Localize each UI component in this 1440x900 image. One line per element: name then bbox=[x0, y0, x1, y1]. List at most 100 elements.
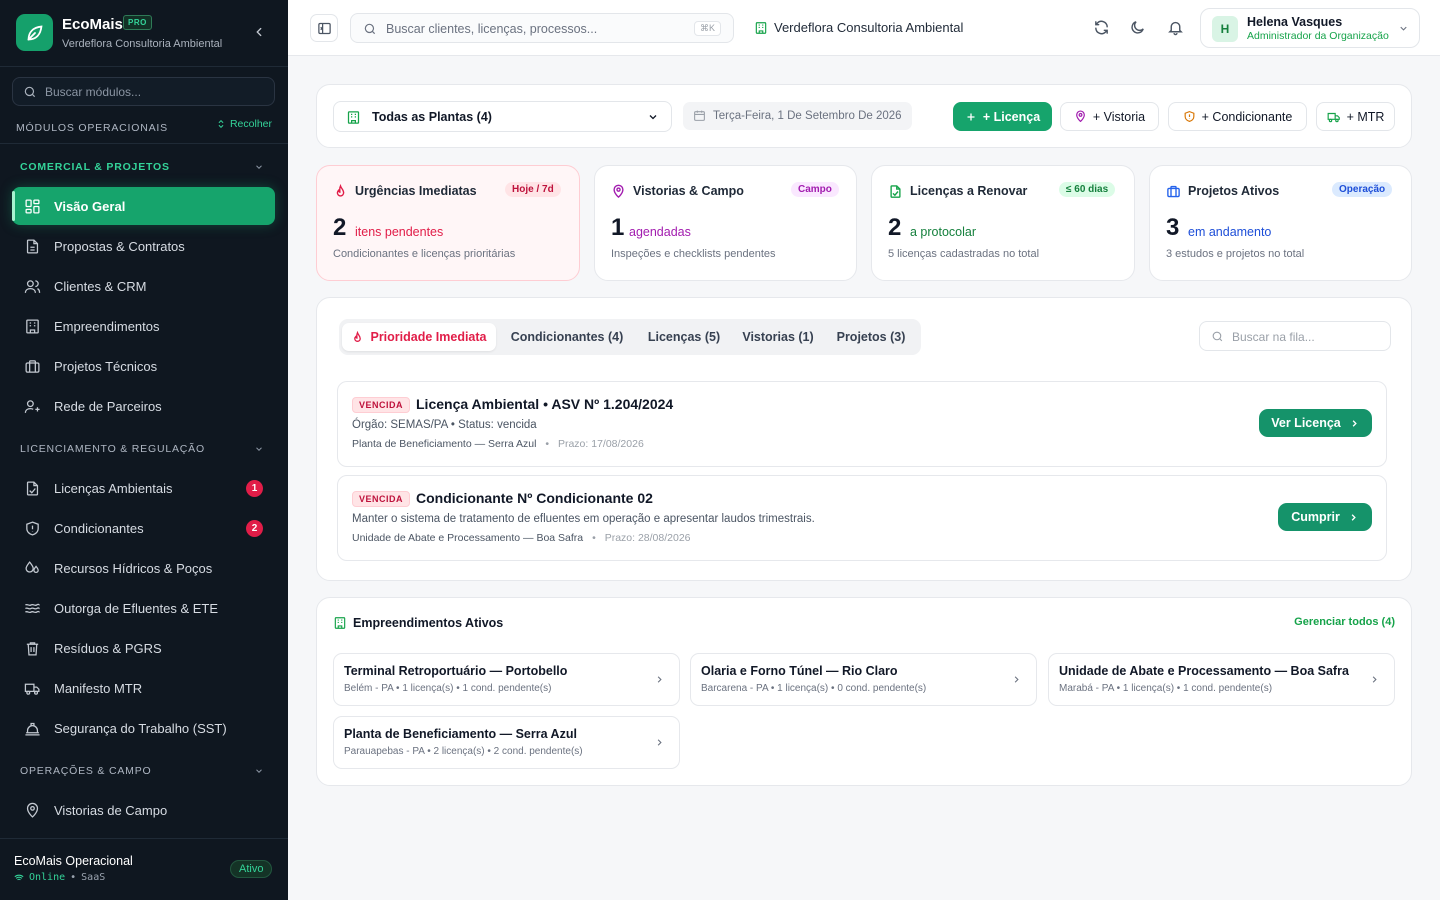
sidebar-footer: EcoMais Operacional Online • SaaS Ativo bbox=[0, 838, 288, 900]
waves-icon bbox=[24, 600, 41, 617]
chevrons-vertical-icon bbox=[218, 119, 224, 129]
enterprise-name: Unidade de Abate e Processamento — Boa S… bbox=[1059, 664, 1349, 678]
topbar: Buscar clientes, licenças, processos... … bbox=[288, 0, 1440, 56]
stat-title: Urgências Imediatas bbox=[355, 184, 477, 198]
manage-all-link[interactable]: Gerenciar todos (4) bbox=[1294, 616, 1395, 628]
section-title-comercial[interactable]: COMERCIAL & PROJETOS bbox=[20, 161, 270, 173]
sidebar-item-parceiros[interactable]: Rede de Parceiros bbox=[12, 387, 275, 425]
stat-pill: Hoje / 7d bbox=[505, 182, 561, 197]
stat-pill: Campo bbox=[791, 182, 839, 197]
collapse-all-button[interactable]: Recolher bbox=[216, 118, 272, 130]
stat-card-licencas[interactable]: Licenças a Renovar ≤ 60 dias 2 a protoco… bbox=[871, 165, 1135, 281]
queue-item-title: Licença Ambiental • ASV Nº 1.204/2024 bbox=[416, 396, 674, 412]
sidebar-item-label: Rede de Parceiros bbox=[54, 399, 162, 414]
stat-unit: a protocolar bbox=[910, 225, 977, 239]
chevron-down-icon bbox=[647, 111, 659, 123]
sidebar-item-label: Recursos Hídricos & Poços bbox=[54, 561, 213, 576]
sidebar-item-propostas[interactable]: Propostas & Contratos bbox=[12, 227, 275, 265]
sidebar-item-empreendimentos[interactable]: Empreendimentos bbox=[12, 307, 275, 345]
modules-title: MÓDULOS OPERACIONAIS bbox=[16, 122, 168, 134]
global-search-input[interactable]: Buscar clientes, licenças, processos... … bbox=[350, 13, 734, 43]
sidebar-item-recursos-hidricos[interactable]: Recursos Hídricos & Poços bbox=[12, 549, 275, 587]
sidebar-item-clientes[interactable]: Clientes & CRM bbox=[12, 267, 275, 305]
add-condicionante-button[interactable]: + Condicionante bbox=[1168, 102, 1307, 131]
sidebar-item-label: Visão Geral bbox=[54, 199, 126, 214]
sidebar-item-label: Propostas & Contratos bbox=[54, 239, 185, 254]
section-title-operacoes[interactable]: OPERAÇÕES & CAMPO bbox=[20, 765, 270, 777]
current-organization: Verdeflora Consultoria Ambiental bbox=[754, 20, 963, 35]
sidebar-item-vistorias[interactable]: Vistorias de Campo bbox=[12, 791, 275, 829]
dark-mode-icon[interactable] bbox=[1129, 19, 1147, 37]
chevron-right-icon bbox=[1352, 419, 1357, 427]
sidebar-item-projetos[interactable]: Projetos Técnicos bbox=[12, 347, 275, 385]
sidebar-toggle-button[interactable] bbox=[310, 14, 338, 42]
users-icon bbox=[24, 278, 41, 295]
footer-status: Online • SaaS bbox=[14, 872, 105, 883]
queue-item-meta: Planta de Beneficiamento — Serra Azul • … bbox=[352, 438, 644, 450]
truck-icon bbox=[1327, 112, 1340, 122]
cumprir-button[interactable]: Cumprir bbox=[1278, 503, 1372, 531]
enterprise-info: Belém - PA • 1 licença(s) • 1 cond. pend… bbox=[344, 683, 552, 694]
ver-licenca-button[interactable]: Ver Licença bbox=[1259, 409, 1372, 437]
sidebar-item-sst[interactable]: Segurança do Trabalho (SST) bbox=[12, 709, 275, 747]
tab-vistorias[interactable]: Vistorias (1) bbox=[736, 323, 820, 351]
enterprise-card[interactable]: Terminal Retroportuário — Portobello Bel… bbox=[333, 653, 680, 706]
stat-card-projetos[interactable]: Projetos Ativos Operação 3 em andamento … bbox=[1149, 165, 1412, 281]
enterprise-card[interactable]: Olaria e Forno Túnel — Rio Claro Barcare… bbox=[690, 653, 1037, 706]
chevron-right-icon bbox=[1011, 674, 1022, 685]
sidebar-item-label: Projetos Técnicos bbox=[54, 359, 158, 374]
collapse-sidebar-icon[interactable] bbox=[252, 25, 266, 39]
sidebar-item-visao-geral[interactable]: Visão Geral bbox=[12, 187, 275, 225]
sidebar-item-label: Outorga de Efluentes & ETE bbox=[54, 601, 219, 616]
stat-card-urgencias[interactable]: Urgências Imediatas Hoje / 7d 2 itens pe… bbox=[316, 165, 580, 281]
queue-search-placeholder: Buscar na fila... bbox=[1232, 330, 1315, 344]
search-icon bbox=[23, 85, 37, 99]
building-icon bbox=[333, 616, 347, 630]
modules-header: MÓDULOS OPERACIONAIS Recolher bbox=[16, 118, 272, 134]
add-vistoria-button[interactable]: + Vistoria bbox=[1060, 102, 1159, 131]
divider bbox=[0, 66, 288, 67]
stat-title: Licenças a Renovar bbox=[910, 184, 1028, 198]
enterprise-info: Parauapebas - PA • 2 licença(s) • 2 cond… bbox=[344, 746, 583, 757]
queue-tabs: Prioridade Imediata Condicionantes (4) L… bbox=[339, 319, 921, 355]
license-document-icon bbox=[24, 480, 41, 497]
user-menu[interactable]: H Helena Vasques Administrador da Organi… bbox=[1200, 8, 1420, 48]
add-licenca-button[interactable]: + Licença bbox=[953, 102, 1052, 131]
tab-licencas[interactable]: Licenças (5) bbox=[638, 323, 730, 351]
sidebar-item-residuos[interactable]: Resíduos & PGRS bbox=[12, 629, 275, 667]
search-icon bbox=[1211, 330, 1224, 343]
user-network-icon bbox=[24, 398, 41, 415]
tab-projetos[interactable]: Projetos (3) bbox=[826, 323, 916, 351]
stat-card-vistorias[interactable]: Vistorias & Campo Campo 1 agendadas Insp… bbox=[594, 165, 857, 281]
module-search-input[interactable]: Buscar módulos... bbox=[12, 77, 275, 106]
search-placeholder: Buscar clientes, licenças, processos... bbox=[386, 22, 598, 36]
queue-item-description: Manter o sistema de tratamento de efluen… bbox=[352, 513, 815, 525]
sidebar-item-condicionantes[interactable]: Condicionantes 2 bbox=[12, 509, 275, 547]
plant-select-value: Todas as Plantas (4) bbox=[372, 110, 492, 124]
stat-number: 2 bbox=[333, 214, 347, 241]
enterprise-info: Barcarena - PA • 1 licença(s) • 0 cond. … bbox=[701, 683, 927, 694]
notifications-bell-icon[interactable] bbox=[1167, 19, 1185, 37]
tab-prioridade[interactable]: Prioridade Imediata bbox=[342, 323, 496, 351]
enterprise-info: Marabá - PA • 1 licença(s) • 1 cond. pen… bbox=[1059, 683, 1273, 694]
tab-condicionantes[interactable]: Condicionantes (4) bbox=[502, 323, 632, 351]
plant-select[interactable]: Todas as Plantas (4) bbox=[333, 101, 672, 132]
stat-unit: agendadas bbox=[629, 225, 691, 239]
enterprise-card[interactable]: Planta de Beneficiamento — Serra Azul Pa… bbox=[333, 716, 680, 769]
sidebar-item-mtr[interactable]: Manifesto MTR bbox=[12, 669, 275, 707]
stat-subtitle: Condicionantes e licenças prioritárias bbox=[333, 248, 516, 260]
plan-badge: PRO bbox=[123, 15, 152, 30]
sidebar-item-label: Manifesto MTR bbox=[54, 681, 143, 696]
search-icon bbox=[363, 22, 377, 36]
sidebar-item-outorga[interactable]: Outorga de Efluentes & ETE bbox=[12, 589, 275, 627]
stat-number: 3 bbox=[1166, 214, 1180, 241]
sidebar-item-label: Vistorias de Campo bbox=[54, 803, 168, 818]
overdue-tag: VENCIDA bbox=[352, 491, 411, 507]
enterprise-card[interactable]: Unidade de Abate e Processamento — Boa S… bbox=[1048, 653, 1395, 706]
sidebar-item-licencas[interactable]: Licenças Ambientais 1 bbox=[12, 469, 275, 507]
user-role: Administrador da Organização bbox=[1247, 30, 1389, 42]
section-title-licenciamento[interactable]: LICENCIAMENTO & REGULAÇÃO bbox=[20, 443, 270, 455]
queue-search-input[interactable]: Buscar na fila... bbox=[1199, 321, 1391, 351]
add-mtr-button[interactable]: + MTR bbox=[1316, 102, 1395, 131]
refresh-icon[interactable] bbox=[1093, 19, 1111, 37]
